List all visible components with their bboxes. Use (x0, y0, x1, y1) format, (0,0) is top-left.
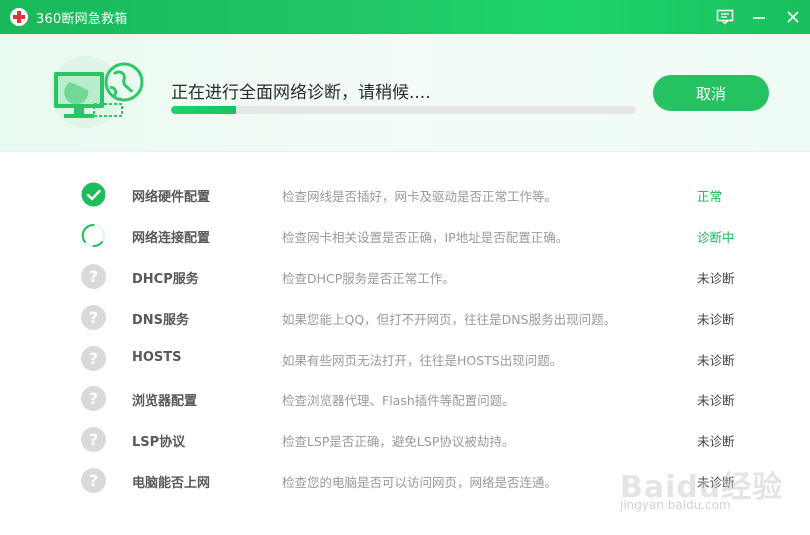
network-computer-globe-icon (50, 56, 144, 128)
progress-fill (171, 106, 237, 114)
close-icon (787, 11, 799, 23)
close-button[interactable] (776, 0, 810, 34)
check-description: 检查网卡相关设置是否正确，IP地址是否配置正确。 (282, 230, 569, 245)
check-status: 未诊断 (697, 312, 735, 327)
check-status: 未诊断 (697, 353, 735, 368)
question-icon: ? (81, 468, 106, 493)
diagnosis-header: 正在进行全面网络诊断，请稍候.... 取消 (0, 34, 810, 152)
check-description: 检查您的电脑是否可以访问网页，网络是否连通。 (282, 475, 558, 490)
question-icon: ? (81, 264, 106, 289)
check-description: 检查浏览器代理、Flash插件等配置问题。 (282, 393, 515, 408)
question-icon: ? (81, 386, 106, 411)
cancel-button[interactable]: 取消 (653, 75, 769, 111)
check-description: 检查网线是否插好，网卡及驱动是否正常工作等。 (282, 189, 558, 204)
check-name: DHCP服务 (132, 272, 199, 287)
question-icon: ? (81, 305, 106, 330)
question-icon: ? (81, 427, 106, 452)
check-description: 检查LSP是否正确，避免LSP协议被劫持。 (282, 434, 515, 449)
check-name: 网络连接配置 (132, 231, 211, 246)
check-name: 电脑能否上网 (132, 476, 211, 491)
check-name: DNS服务 (132, 313, 190, 328)
check-row-hardware: 网络硬件配置 检查网线是否插好，网卡及驱动是否正常工作等。 正常 (0, 174, 810, 214)
check-row-hosts: ? HOSTS 如果有些网页无法打开，往往是HOSTS出现问题。 未诊断 (0, 338, 810, 378)
diagnosis-status-text: 正在进行全面网络诊断，请稍候.... (171, 83, 431, 103)
check-status: 正常 (697, 189, 723, 204)
check-description: 如果有些网页无法打开，往往是HOSTS出现问题。 (282, 353, 563, 368)
check-row-connection: 网络连接配置 检查网卡相关设置是否正确，IP地址是否配置正确。 诊断中 (0, 215, 810, 255)
question-icon: ? (81, 346, 106, 371)
check-row-internet: ? 电脑能否上网 检查您的电脑是否可以访问网页，网络是否连通。 未诊断 (0, 460, 810, 500)
title-bar: 360断网急救箱 (0, 0, 810, 34)
minimize-icon (753, 17, 765, 19)
check-name: 网络硬件配置 (132, 190, 211, 205)
check-status: 未诊断 (697, 393, 735, 408)
check-name: 浏览器配置 (132, 394, 198, 409)
check-status: 诊断中 (697, 230, 735, 245)
check-icon (81, 182, 106, 207)
feedback-icon (716, 9, 734, 25)
check-status: 未诊断 (697, 475, 735, 490)
app-title: 360断网急救箱 (36, 11, 128, 27)
watermark-url: jingyan.baidu.com (620, 498, 731, 512)
spinner-icon (81, 223, 105, 247)
diagnosis-progress-bar (171, 106, 636, 114)
first-aid-logo-icon (10, 8, 28, 26)
check-name: LSP协议 (132, 435, 186, 450)
check-name: HOSTS (132, 350, 182, 365)
minimize-button[interactable] (742, 0, 776, 34)
check-description: 如果您能上QQ，但打不开网页，往往是DNS服务出现问题。 (282, 312, 617, 327)
check-row-browser: ? 浏览器配置 检查浏览器代理、Flash插件等配置问题。 未诊断 (0, 378, 810, 418)
feedback-button[interactable] (708, 0, 742, 34)
window-controls (708, 0, 810, 34)
check-row-dns: ? DNS服务 如果您能上QQ，但打不开网页，往往是DNS服务出现问题。 未诊断 (0, 297, 810, 337)
check-status: 未诊断 (697, 434, 735, 449)
check-description: 检查DHCP服务是否正常工作。 (282, 271, 455, 286)
check-status: 未诊断 (697, 271, 735, 286)
check-row-dhcp: ? DHCP服务 检查DHCP服务是否正常工作。 未诊断 (0, 256, 810, 296)
check-row-lsp: ? LSP协议 检查LSP是否正确，避免LSP协议被劫持。 未诊断 (0, 419, 810, 459)
